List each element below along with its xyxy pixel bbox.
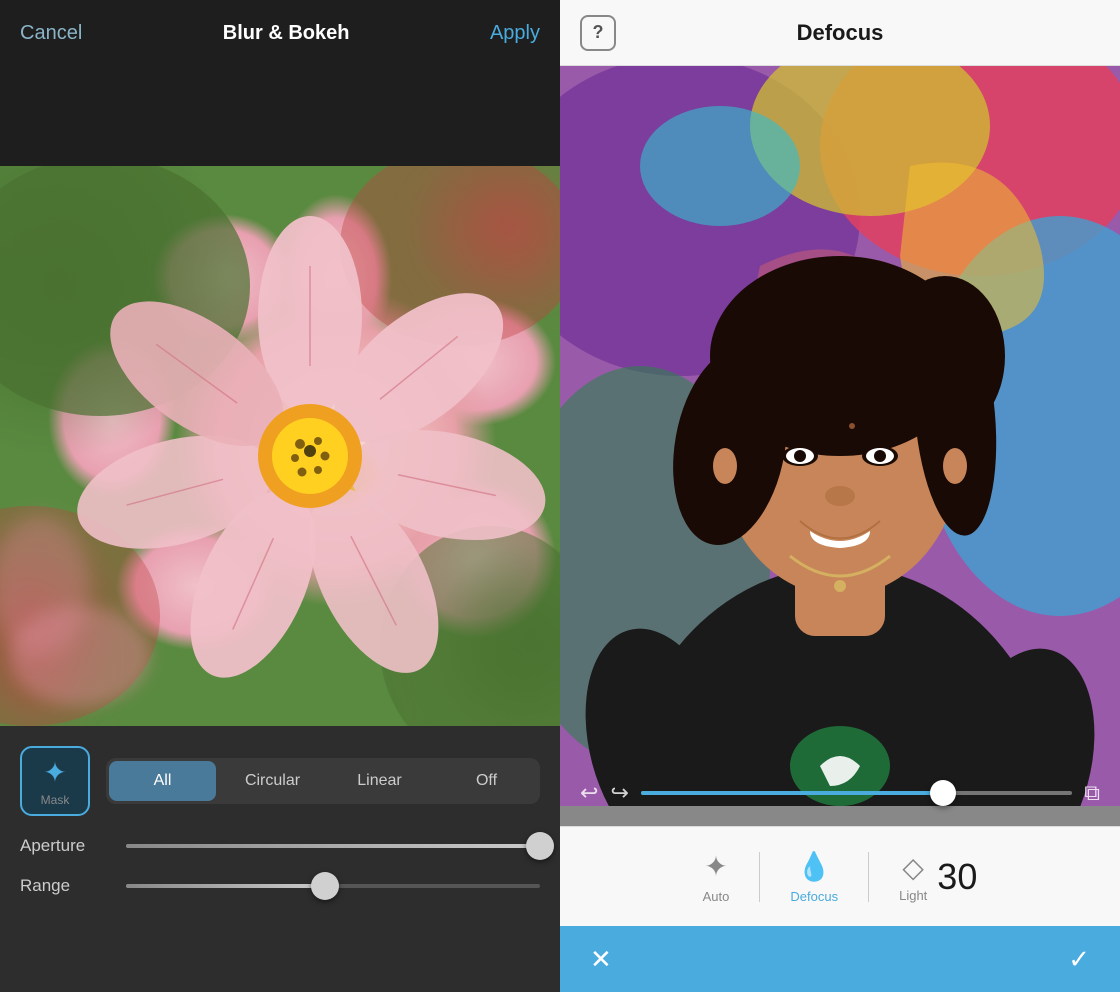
portrait-svg bbox=[560, 66, 1120, 806]
aperture-row: Aperture bbox=[20, 836, 540, 856]
tab-all[interactable]: All bbox=[109, 761, 216, 801]
light-label: Light bbox=[899, 888, 927, 903]
image-slider[interactable] bbox=[641, 791, 1072, 795]
action-cancel-button[interactable]: ✕ bbox=[590, 944, 612, 975]
range-label: Range bbox=[20, 876, 110, 896]
mask-icon: ✦ bbox=[43, 756, 66, 789]
tab-off[interactable]: Off bbox=[433, 758, 540, 804]
image-slider-fill bbox=[641, 791, 943, 795]
portrait-image: ↩ ↪ ⧉ bbox=[560, 66, 1120, 826]
left-title: Blur & Bokeh bbox=[223, 22, 350, 45]
mask-row: ✦ Mask All Circular Linear Off bbox=[20, 746, 540, 816]
right-title: Defocus bbox=[797, 20, 884, 46]
tab-circular[interactable]: Circular bbox=[219, 758, 326, 804]
copy-icon[interactable]: ⧉ bbox=[1084, 780, 1100, 806]
mask-button[interactable]: ✦ Mask bbox=[20, 746, 90, 816]
left-header: Cancel Blur & Bokeh Apply bbox=[0, 0, 560, 66]
mask-label: Mask bbox=[41, 793, 70, 807]
redo-icon[interactable]: ↪ bbox=[610, 780, 628, 806]
aperture-label: Aperture bbox=[20, 836, 110, 856]
light-value: 30 bbox=[937, 859, 977, 895]
light-icon: ◇ bbox=[902, 851, 924, 884]
help-button[interactable]: ? bbox=[580, 15, 616, 51]
range-row: Range bbox=[20, 876, 540, 896]
flower-svg bbox=[0, 166, 560, 726]
action-confirm-button[interactable]: ✓ bbox=[1068, 944, 1090, 975]
right-header: ? Defocus bbox=[560, 0, 1120, 66]
aperture-slider[interactable] bbox=[126, 844, 540, 848]
defocus-label: Defocus bbox=[790, 889, 838, 904]
right-toolbar: ✦ Auto 💧 Defocus ◇ Light 30 bbox=[560, 826, 1120, 926]
apply-button[interactable]: Apply bbox=[490, 22, 540, 45]
aperture-thumb[interactable] bbox=[526, 832, 554, 860]
filter-tabs: All Circular Linear Off bbox=[106, 758, 540, 804]
tool-auto[interactable]: ✦ Auto bbox=[673, 840, 760, 914]
auto-icon: ✦ bbox=[704, 850, 727, 883]
range-fill bbox=[126, 884, 325, 888]
tool-defocus[interactable]: 💧 Defocus bbox=[760, 840, 868, 914]
tool-light[interactable]: ◇ Light 30 bbox=[869, 841, 1007, 913]
image-slider-overlay: ↩ ↪ ⧉ bbox=[580, 780, 1100, 806]
left-dark-bar bbox=[0, 66, 560, 166]
right-panel: ? Defocus bbox=[560, 0, 1120, 992]
cancel-button[interactable]: Cancel bbox=[20, 22, 82, 45]
flower-image bbox=[0, 166, 560, 726]
aperture-fill bbox=[126, 844, 540, 848]
range-slider[interactable] bbox=[126, 884, 540, 888]
left-controls: ✦ Mask All Circular Linear Off bbox=[0, 726, 560, 992]
range-thumb[interactable] bbox=[311, 872, 339, 900]
help-icon: ? bbox=[593, 22, 604, 43]
image-slider-thumb[interactable] bbox=[930, 780, 956, 806]
right-action-bar: ✕ ✓ bbox=[560, 926, 1120, 992]
defocus-icon: 💧 bbox=[797, 850, 832, 883]
left-panel: Cancel Blur & Bokeh Apply bbox=[0, 0, 560, 992]
auto-label: Auto bbox=[703, 889, 730, 904]
undo-icon[interactable]: ↩ bbox=[580, 780, 598, 806]
tab-linear[interactable]: Linear bbox=[326, 758, 433, 804]
